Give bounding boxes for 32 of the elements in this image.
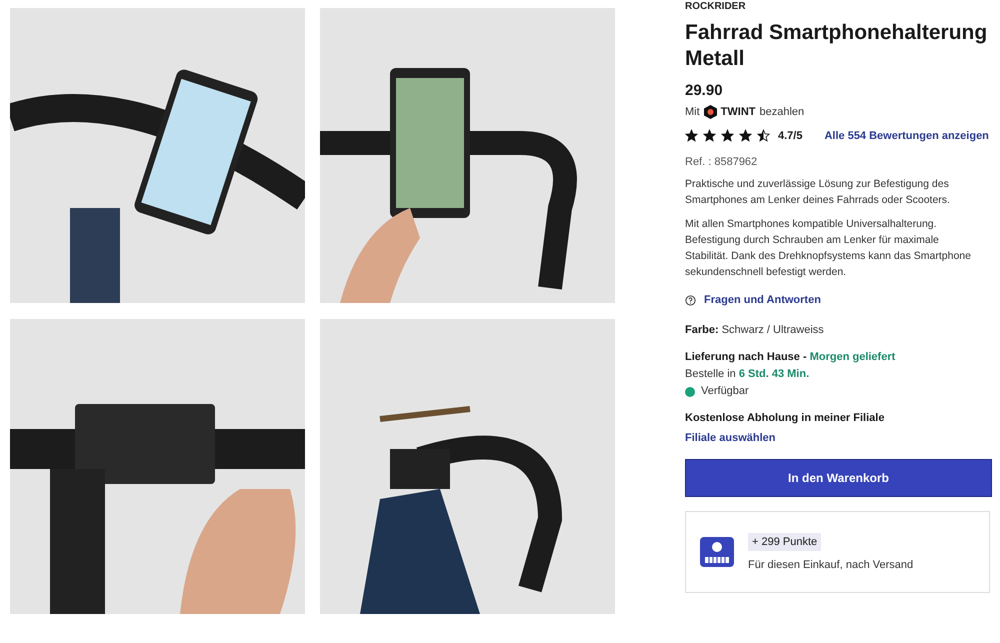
- pay-text: bezahlen: [760, 106, 804, 118]
- store-select-link[interactable]: Filiale auswählen: [685, 432, 776, 444]
- availability-text: Verfügbar: [701, 384, 749, 399]
- star-icon: [685, 129, 698, 142]
- order-text: Bestelle in: [685, 368, 736, 380]
- delivery-label: Lieferung nach Hause -: [685, 351, 807, 363]
- add-to-cart-button[interactable]: In den Warenkorb: [685, 459, 992, 497]
- star-icon: [739, 129, 752, 142]
- delivery-eta: Morgen geliefert: [810, 351, 896, 363]
- star-icon: [721, 129, 734, 142]
- star-icon: [703, 129, 716, 142]
- product-reference: Ref. : 8587962: [685, 156, 758, 168]
- product-price: 29.90: [685, 82, 724, 99]
- pay-with-text: Mit: [685, 106, 700, 118]
- qa-link[interactable]: Fragen und Antworten: [704, 294, 821, 306]
- product-title: Fahrrad Smartphonehalterung Metall: [685, 20, 988, 72]
- variant-label: Farbe:: [685, 324, 719, 336]
- variant-value: Schwarz / Ultraweiss: [722, 324, 824, 336]
- product-description: Mit allen Smartphones kompatible Universalhalterung. Befestigung durch Schrauben am Lenker für maximale Stabilität. Dank des Drehknopfsystems kann das Smartphone sekundenschnell befestigt werden.: [685, 217, 972, 280]
- help-icon: [685, 294, 696, 306]
- pickup-label: Kostenlose Abholung in meiner Filiale: [685, 412, 884, 424]
- reviews-link[interactable]: Alle 554 Bewertungen anzeigen: [824, 130, 989, 142]
- twint-brand: TWINT: [720, 106, 756, 118]
- rating-score: 4.7/5: [778, 130, 802, 142]
- points-note: Für diesen Einkauf, nach Versand: [748, 559, 914, 571]
- order-countdown: 6 Std. 43 Min.: [738, 368, 810, 380]
- star-icon: [757, 129, 770, 142]
- points-badge: + 299 Punkte: [748, 533, 822, 551]
- brand-name: ROCKRIDER: [685, 1, 747, 12]
- loyalty-card-icon: [700, 537, 734, 567]
- twint-logo-icon: [704, 105, 717, 119]
- product-description: Praktische und zuverlässige Lösung zur Befestigung des Smartphones am Lenker deines Fahrrads oder Scooters.: [685, 177, 951, 208]
